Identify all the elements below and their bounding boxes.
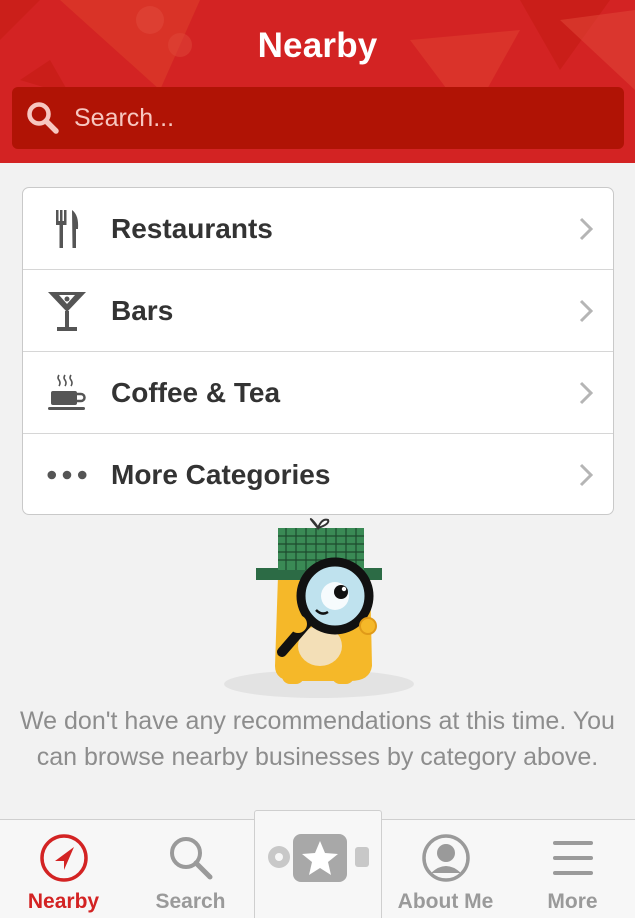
tab-label: Nearby — [27, 890, 100, 913]
cocktail-glass-icon — [47, 289, 87, 333]
nav-header: Nearby Search... — [0, 0, 635, 163]
magnifier-icon — [169, 837, 212, 880]
tab-label: Search — [155, 890, 226, 913]
tab-search[interactable]: Search — [127, 820, 254, 918]
search-icon — [27, 102, 59, 134]
category-label: More Categories — [111, 459, 331, 490]
category-row-restaurants[interactable]: Restaurants — [23, 188, 613, 270]
fork-knife-icon — [47, 207, 87, 251]
profile-icon — [421, 834, 470, 882]
chevron-right-icon — [579, 299, 593, 323]
search-placeholder: Search... — [74, 103, 175, 132]
app-screen: Nearby Search... Restaurants Bars Coffee… — [0, 0, 635, 918]
chevron-right-icon — [579, 217, 593, 241]
category-row-more[interactable]: More Categories — [23, 434, 613, 514]
tab-label: About Me — [397, 890, 494, 913]
search-input[interactable]: Search... — [12, 87, 624, 149]
chevron-right-icon — [579, 381, 593, 405]
category-row-bars[interactable]: Bars — [23, 270, 613, 352]
chevron-right-icon — [579, 463, 593, 487]
detective-mascot-illustration — [224, 518, 414, 698]
tab-nearby[interactable]: Nearby — [0, 820, 127, 918]
page-title: Nearby — [257, 26, 378, 65]
compass-arrow-icon — [39, 834, 88, 882]
tab-check-in[interactable] — [254, 810, 382, 918]
check-in-star-icon — [268, 834, 369, 882]
tab-label: More — [547, 890, 598, 913]
coffee-cup-icon — [47, 371, 87, 415]
category-label: Bars — [111, 294, 174, 326]
category-list: Restaurants Bars Coffee & Tea More Categ… — [22, 187, 614, 515]
more-dots-icon — [47, 453, 87, 497]
category-label: Coffee & Tea — [111, 376, 281, 408]
tab-more[interactable]: More — [509, 820, 635, 918]
category-row-coffee-tea[interactable]: Coffee & Tea — [23, 352, 613, 434]
category-label: Restaurants — [111, 212, 273, 244]
hamburger-icon — [552, 841, 593, 875]
empty-state-message: We don't have any recommendations at thi… — [20, 707, 615, 771]
tab-bar: Nearby Search About Me More — [0, 810, 635, 918]
tab-about-me[interactable]: About Me — [382, 820, 509, 918]
